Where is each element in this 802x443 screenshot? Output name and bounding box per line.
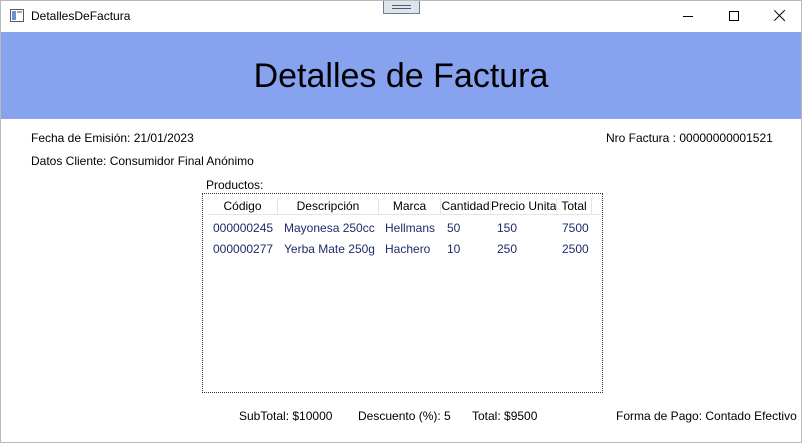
table-row[interactable]: 000000277 Yerba Mate 250g Hachero 10 250… — [208, 239, 601, 260]
minimize-icon — [683, 16, 693, 17]
cell-cantidad: 50 — [447, 221, 461, 235]
nro-factura-label: Nro Factura : 00000000001521 — [606, 131, 773, 145]
title-bar[interactable]: DetallesDeFactura — [1, 1, 801, 31]
cell-descripcion: Mayonesa 250cc — [284, 221, 375, 235]
list-header: Código Descripción Marca Cantidad Precio… — [208, 198, 601, 215]
minimize-button[interactable] — [665, 1, 711, 31]
descuento-label: Descuento (%): 5 — [358, 409, 451, 423]
cell-total: 7500 — [562, 221, 589, 235]
productos-label: Productos: — [206, 178, 264, 192]
datos-cliente-label: Datos Cliente: Consumidor Final Anónimo — [31, 154, 254, 168]
cell-cantidad: 10 — [447, 242, 461, 256]
forma-pago-label: Forma de Pago: Contado Efectivo — [616, 409, 797, 423]
cell-total: 2500 — [562, 242, 589, 256]
close-icon — [774, 9, 786, 21]
window-app-icon — [10, 9, 24, 22]
cell-codigo: 000000245 — [213, 221, 274, 235]
column-header-marca[interactable]: Marca — [379, 198, 441, 215]
maximize-button[interactable] — [711, 1, 757, 31]
cell-descripcion: Yerba Mate 250g — [284, 242, 375, 256]
invoice-details-window: DetallesDeFactura Detalles de Factura Fe… — [0, 0, 802, 443]
close-button[interactable] — [757, 1, 802, 31]
window-title: DetallesDeFactura — [31, 9, 131, 23]
column-header-precio-unitario[interactable]: Precio Unitario — [491, 198, 557, 215]
cell-precio-unitario: 150 — [497, 221, 518, 235]
snap-handle-icon[interactable] — [383, 1, 420, 14]
cell-marca: Hachero — [385, 242, 431, 256]
cell-codigo: 000000277 — [213, 242, 274, 256]
column-header-codigo[interactable]: Código — [208, 198, 278, 215]
fecha-emision-label: Fecha de Emisión: 21/01/2023 — [31, 131, 194, 145]
header-banner: Detalles de Factura — [1, 32, 801, 119]
total-label: Total: $9500 — [472, 409, 538, 423]
column-header-cantidad[interactable]: Cantidad — [441, 198, 491, 215]
page-title: Detalles de Factura — [253, 57, 549, 95]
subtotal-label: SubTotal: $10000 — [239, 409, 333, 423]
maximize-icon — [729, 11, 739, 21]
products-list-view[interactable]: Código Descripción Marca Cantidad Precio… — [202, 193, 603, 393]
table-row[interactable]: 000000245 Mayonesa 250cc Hellmans 50 150… — [208, 218, 601, 239]
column-header-total[interactable]: Total — [557, 198, 592, 215]
cell-marca: Hellmans — [385, 221, 436, 235]
column-header-descripcion[interactable]: Descripción — [278, 198, 379, 215]
cell-precio-unitario: 250 — [497, 242, 518, 256]
